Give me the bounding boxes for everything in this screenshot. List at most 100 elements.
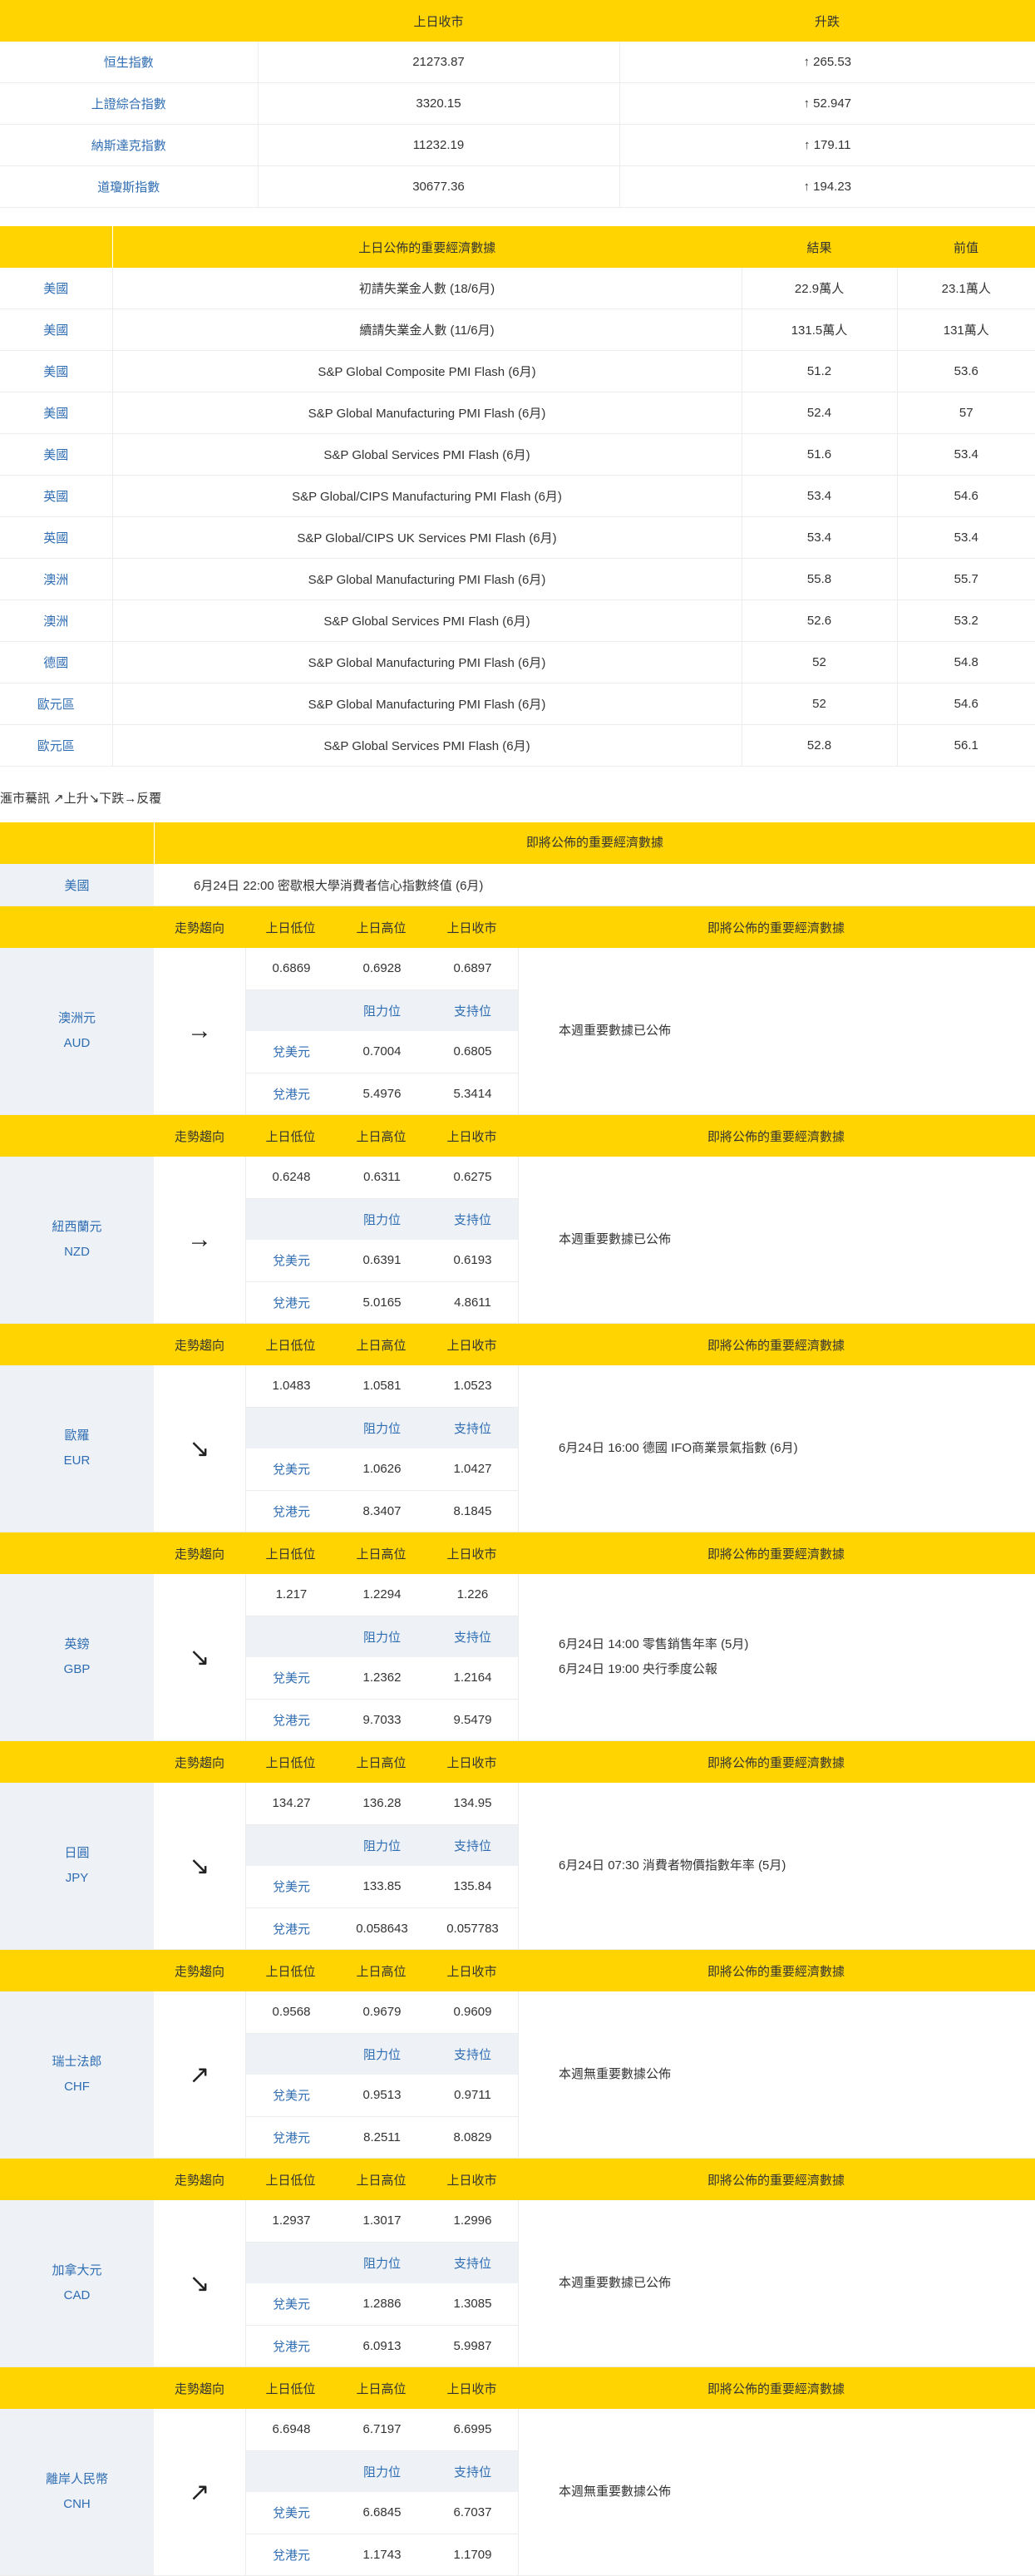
econ-result: 131.5萬人 (742, 308, 898, 351)
econ-result: 51.2 (742, 350, 898, 392)
hkd-resistance: 5.4976 (362, 1086, 402, 1101)
currency-row-jpy: 日圓 JPY ↘ 134.27 136.28 134.95 阻力位 支持位 兌美元 133.85 1… (0, 1783, 1035, 1950)
econ-region-link[interactable]: 美國 (0, 350, 113, 392)
vs-hkd-label: 兌港元 (272, 2548, 310, 2563)
header-high: 上日高位 (356, 1338, 407, 1353)
table-row: 美國 初請失業金人數 (18/6月) 22.9萬人 23.1萬人 (0, 268, 1035, 309)
econ-item: S&P Global Services PMI Flash (6月) (112, 433, 742, 476)
prev-close: 1.2996 (453, 2213, 492, 2228)
econ-prev: 131萬人 (897, 308, 1035, 351)
econ-data-table: 上日公佈的重要經濟數據 結果 前值 美國 初請失業金人數 (18/6月) 22.9萬… (0, 226, 1035, 767)
level-header-row: 阻力位 支持位 (246, 989, 518, 1031)
prev-high: 1.0581 (362, 1379, 402, 1394)
arrow-right-icon: → (154, 1157, 246, 1323)
prev-low: 1.0483 (272, 1379, 311, 1394)
econ-region-link[interactable]: 澳洲 (0, 600, 113, 642)
currency-name: 離岸人民幣 (45, 2472, 108, 2486)
price-grid: 0.9568 0.9679 0.9609 阻力位 支持位 兌美元 0.9513 0.9711 兌… (246, 1991, 519, 2158)
econ-header-item: 上日公佈的重要經濟數據 (112, 226, 742, 268)
us-region-link[interactable]: 美國 (0, 864, 154, 906)
header-low: 上日低位 (265, 2381, 316, 2396)
header-high: 上日高位 (356, 1755, 407, 1770)
index-change: ↑ 179.11 (619, 124, 1035, 166)
currency-header-row: 走勢趨向 上日低位 上日高位 上日收市 即將公佈的重要經濟數據 (0, 1950, 1035, 1991)
usd-support: 0.9711 (454, 2088, 491, 2103)
currency-name-link[interactable]: 日圓 JPY (0, 1783, 154, 1949)
header-blank (0, 906, 154, 948)
upcoming-events: 6月24日 14:00 零售銷售年率 (5月) 6月24日 19:00 央行季度公… (519, 1574, 1035, 1740)
index-close: 11232.19 (258, 124, 620, 166)
header-events: 即將公佈的重要經濟數據 (707, 1755, 845, 1770)
econ-region-link[interactable]: 英國 (0, 475, 113, 517)
hkd-resistance: 1.1743 (362, 2547, 402, 2562)
econ-region-link[interactable]: 美國 (0, 433, 113, 476)
fx-title-corner (0, 822, 155, 864)
currency-header-row: 走勢趨向 上日低位 上日高位 上日收市 即將公佈的重要經濟數據 (0, 1324, 1035, 1365)
fx-section: 即將公佈的重要經濟數據 美國 6月24日 22:00 密歇根大學消費者信心指數終… (0, 822, 1035, 2576)
vs-usd-label: 兌美元 (272, 1254, 310, 1269)
price-grid: 0.6869 0.6928 0.6897 阻力位 支持位 兌美元 0.7004 0.6805 兌… (246, 948, 519, 1114)
econ-region-link[interactable]: 英國 (0, 516, 113, 559)
econ-item: S&P Global Manufacturing PMI Flash (6月) (112, 683, 742, 725)
prev-close: 6.6995 (453, 2422, 492, 2437)
vs-hkd-label: 兌港元 (272, 2130, 310, 2145)
currency-code: CHF (64, 2080, 90, 2094)
header-close: 上日收市 (446, 920, 497, 935)
support-label: 支持位 (453, 1004, 491, 1019)
header-events: 即將公佈的重要經濟數據 (707, 2173, 845, 2188)
indices-header-row: 上日收市 升跌 (0, 0, 1035, 42)
resistance-label: 阻力位 (362, 2256, 401, 2271)
currency-name-link[interactable]: 瑞士法郎 CHF (0, 1991, 154, 2158)
currency-name-link[interactable]: 澳洲元 AUD (0, 948, 154, 1114)
econ-region-link[interactable]: 歐元區 (0, 683, 113, 725)
index-name-link[interactable]: 納斯達克指數 (0, 124, 259, 166)
econ-region-link[interactable]: 美國 (0, 392, 113, 434)
header-high: 上日高位 (356, 1129, 407, 1144)
currency-name: 瑞士法郎 (52, 2055, 102, 2069)
econ-result: 53.4 (742, 516, 898, 559)
econ-region-link[interactable]: 德國 (0, 641, 113, 683)
resistance-label: 阻力位 (362, 2047, 401, 2062)
econ-prev: 54.6 (897, 683, 1035, 725)
econ-result: 52 (742, 683, 898, 725)
price-grid: 134.27 136.28 134.95 阻力位 支持位 兌美元 133.85 135.84 兌… (246, 1783, 519, 1949)
currency-name-link[interactable]: 紐西蘭元 NZD (0, 1157, 154, 1323)
econ-result: 55.8 (742, 558, 898, 600)
hkd-level-row: 兌港元 8.2511 8.0829 (246, 2117, 518, 2159)
table-row: 歐元區 S&P Global Services PMI Flash (6月) 52.… (0, 724, 1035, 767)
hkd-support: 8.1845 (453, 1503, 492, 1518)
currency-name-link[interactable]: 歐羅 EUR (0, 1365, 154, 1532)
index-name-link[interactable]: 道瓊斯指數 (0, 165, 259, 208)
econ-region-link[interactable]: 歐元區 (0, 724, 113, 767)
table-row: 美國 續請失業金人數 (11/6月) 131.5萬人 131萬人 (0, 308, 1035, 351)
header-close: 上日收市 (446, 2173, 497, 2188)
level-header-row: 阻力位 支持位 (246, 1407, 518, 1448)
currency-name-link[interactable]: 加拿大元 CAD (0, 2200, 154, 2366)
currency-name-link[interactable]: 離岸人民幣 CNH (0, 2409, 154, 2575)
econ-result: 52.4 (742, 392, 898, 434)
header-low: 上日低位 (265, 1338, 316, 1353)
currency-name: 歐羅 (64, 1429, 90, 1443)
header-blank (0, 1115, 154, 1157)
currency-name-link[interactable]: 英鎊 GBP (0, 1574, 154, 1740)
usd-support: 1.2164 (453, 1670, 492, 1685)
table-row: 德國 S&P Global Manufacturing PMI Flash (6月… (0, 641, 1035, 683)
econ-region-link[interactable]: 美國 (0, 268, 113, 309)
index-name-link[interactable]: 恒生指數 (0, 42, 259, 83)
arrow-down-right-icon: ↘ (154, 1365, 246, 1532)
upcoming-events: 本週重要數據已公佈 (519, 1157, 1035, 1323)
arrow-down-right-icon: ↘ (154, 1783, 246, 1949)
header-blank (0, 1324, 154, 1365)
header-low: 上日低位 (265, 1964, 316, 1979)
header-trend: 走勢趨向 (174, 920, 224, 935)
econ-region-link[interactable]: 澳洲 (0, 558, 113, 600)
index-name-link[interactable]: 上證綜合指數 (0, 82, 259, 125)
usd-resistance: 0.9513 (362, 2088, 402, 2103)
currency-row-cad: 加拿大元 CAD ↘ 1.2937 1.3017 1.2996 阻力位 支持位 兌美元 1.288… (0, 2200, 1035, 2367)
econ-region-link[interactable]: 美國 (0, 308, 113, 351)
upcoming-events: 本週無重要數據公佈 (519, 1991, 1035, 2158)
usd-level-row: 兌美元 1.2362 1.2164 (246, 1657, 518, 1700)
event-item: 6月24日 14:00 零售銷售年率 (5月) (559, 1637, 749, 1651)
prev-close: 1.0523 (453, 1379, 492, 1394)
blank-cell (246, 1825, 337, 1867)
